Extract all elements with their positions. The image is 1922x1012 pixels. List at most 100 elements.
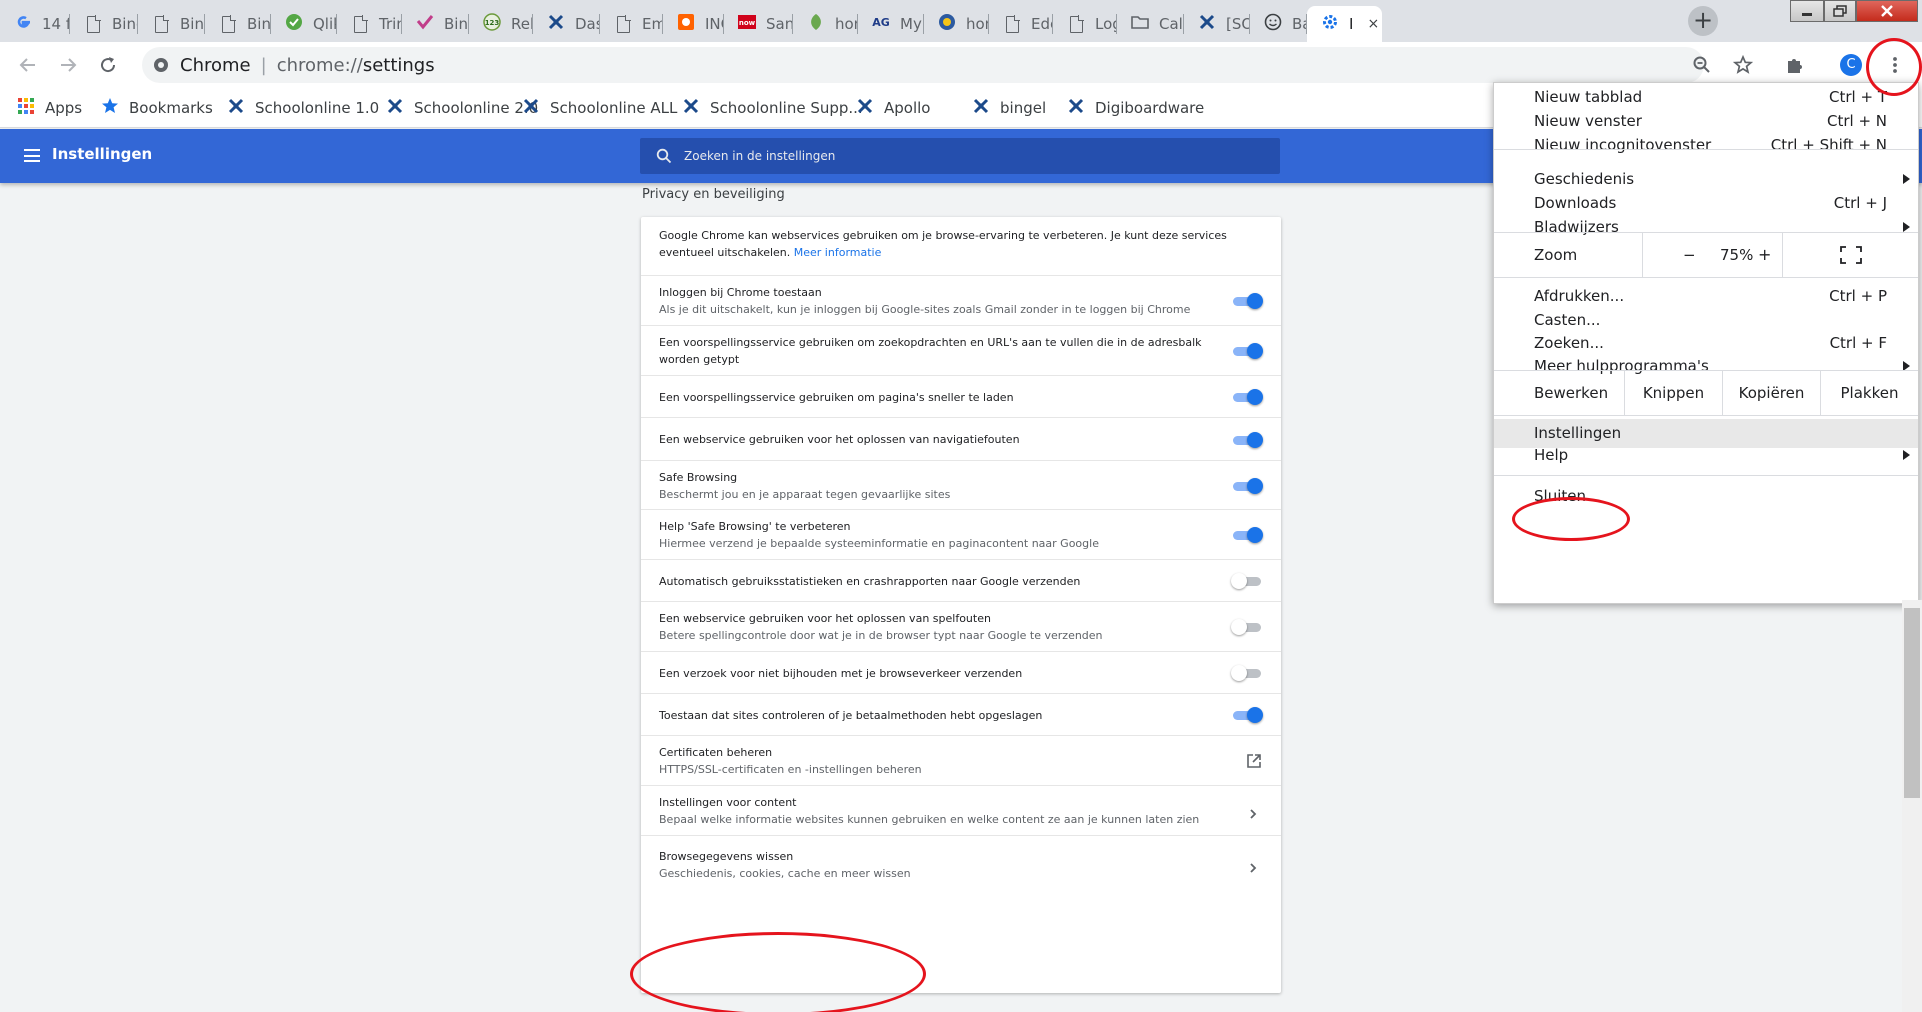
forward-button[interactable]	[52, 49, 84, 81]
tools-icon	[385, 98, 405, 118]
browser-tab[interactable]: Log	[1053, 6, 1117, 42]
copy-button[interactable]: Kopiëren	[1722, 371, 1820, 415]
browser-tab[interactable]: ING	[663, 6, 724, 42]
bookmark-label: Digiboardware	[1095, 99, 1205, 117]
menu-item-label: Afdrukken...	[1534, 287, 1625, 305]
browser-tab[interactable]: Bing	[138, 6, 205, 42]
menu-item-label: Nieuw tabblad	[1534, 88, 1643, 106]
zoom-out-button[interactable]: −	[1683, 246, 1696, 264]
bookmark-item[interactable]: Schoolonline 2.0	[385, 96, 538, 120]
toggle-switch[interactable]	[1231, 432, 1263, 448]
zoom-magnifier-icon	[1693, 56, 1710, 73]
row-text: Instellingen voor content Bepaal welke in…	[659, 794, 1204, 828]
browser-tab[interactable]: Emp	[600, 6, 663, 42]
bookmark-item[interactable]: Schoolonline Supp...	[681, 96, 863, 120]
toggle-switch[interactable]	[1231, 293, 1263, 309]
close-tab-icon[interactable]: ×	[1367, 16, 1379, 32]
close-window-button[interactable]	[1856, 0, 1918, 22]
bookmark-star-button[interactable]	[1727, 49, 1759, 81]
toggle-switch[interactable]	[1231, 707, 1263, 723]
browser-tab[interactable]: Bing	[70, 6, 138, 42]
menu-item-shortcut: Ctrl + J	[1833, 194, 1887, 212]
tools-icon	[1198, 14, 1216, 33]
hamburger-menu-icon[interactable]	[24, 149, 40, 162]
intro-text: Google Chrome kan webservices gebruiken …	[659, 229, 1227, 259]
bookmark-item[interactable]: Schoolonline 1.0	[226, 96, 379, 120]
settings-search-input[interactable]: Zoeken in de instellingen	[640, 138, 1280, 174]
bookmark-label: Schoolonline 2.0	[414, 99, 539, 117]
bookmark-item[interactable]: Digiboardware	[1066, 96, 1204, 120]
browser-tab[interactable]: 123 Reke	[469, 6, 533, 42]
bookmark-item[interactable]: Schoolonline ALL	[521, 96, 677, 120]
row-text: Een voorspellingsservice gebruiken om pa…	[659, 389, 1204, 406]
zoom-in-button[interactable]: +	[1758, 245, 1771, 264]
browser-tab[interactable]: Cale	[1117, 6, 1184, 42]
toggle-knob	[1231, 665, 1247, 681]
menu-item-help[interactable]: Help	[1494, 441, 1918, 470]
cut-button[interactable]: Knippen	[1624, 371, 1722, 415]
zoom-indicator-button[interactable]	[1686, 49, 1718, 81]
tab-strip: 14 fe Bing Bing Bing Qlik Tring Bing 123 Reke Das…	[0, 0, 1922, 42]
browser-tab[interactable]: Eder	[989, 6, 1053, 42]
fullscreen-button[interactable]	[1782, 233, 1918, 277]
zoom-label: Zoom	[1534, 246, 1578, 264]
row-text: Browsegegevens wissen Geschiedenis, cooki…	[659, 848, 1204, 882]
browser-tab[interactable]: now Sanc	[724, 6, 793, 42]
toggle-switch[interactable]	[1231, 343, 1263, 359]
browser-tab[interactable]: Bing	[402, 6, 469, 42]
bookmark-item[interactable]: Apollo	[855, 96, 930, 120]
tab-title: Qlik	[313, 15, 337, 33]
qlik-icon	[285, 14, 303, 33]
tab-title: Tring	[379, 15, 402, 33]
settings-row: Een webservice gebruiken voor het oploss…	[641, 417, 1281, 460]
browser-tab[interactable]: Bing	[205, 6, 271, 42]
browser-tab[interactable]: Qlik	[271, 6, 337, 42]
back-arrow-icon	[19, 58, 35, 72]
toggle-switch[interactable]	[1231, 619, 1263, 635]
bookmark-item[interactable]: bingel	[971, 96, 1046, 120]
tab-title: Bing	[444, 15, 469, 33]
browser-tab[interactable]: hom	[793, 6, 858, 42]
tools-icon	[226, 98, 246, 118]
extensions-button[interactable]	[1778, 49, 1810, 81]
tab-title: I	[1349, 15, 1354, 33]
browser-tab[interactable]: Tring	[337, 6, 402, 42]
toggle-knob	[1247, 707, 1263, 723]
row-title: Safe Browsing	[659, 471, 738, 484]
maximize-button[interactable]	[1824, 0, 1856, 22]
browser-tab[interactable]: Dash	[533, 6, 600, 42]
browser-tab[interactable]: [SOL	[1184, 6, 1250, 42]
toggle-switch[interactable]	[1231, 527, 1263, 543]
browser-tab[interactable]: Bals	[1250, 6, 1307, 42]
more-info-link[interactable]: Meer informatie	[794, 246, 882, 259]
ing-icon	[677, 14, 695, 33]
paste-button[interactable]: Plakken	[1820, 371, 1918, 415]
minimize-button[interactable]	[1790, 0, 1824, 22]
scrollbar-thumb[interactable]	[1904, 608, 1920, 798]
back-button[interactable]	[12, 49, 44, 81]
row-title: Toestaan dat sites controleren of je bet…	[659, 709, 1043, 722]
menu-item-shortcut: Ctrl + F	[1829, 334, 1887, 352]
ag-icon: AG	[872, 15, 890, 33]
bookmark-item[interactable]: Apps	[16, 96, 82, 120]
menu-item[interactable]: Nieuw incognitovenster Ctrl + Shift + N	[1494, 131, 1918, 160]
settings-row[interactable]: Certificaten beheren HTTPS/SSL-certificat…	[641, 735, 1281, 785]
toggle-switch[interactable]	[1231, 478, 1263, 494]
settings-row[interactable]: Instellingen voor content Bepaal welke in…	[641, 785, 1281, 835]
settings-row: Een voorspellingsservice gebruiken om pa…	[641, 375, 1281, 417]
new-tab-button[interactable]: +	[1688, 6, 1718, 36]
bookmark-item[interactable]: Bookmarks	[100, 96, 213, 120]
browser-tab[interactable]: AG My (	[858, 6, 924, 42]
address-bar[interactable]: Chrome | chrome://settings	[142, 47, 1704, 83]
toggle-switch[interactable]	[1231, 389, 1263, 405]
profile-avatar[interactable]: C	[1840, 54, 1862, 76]
toggle-switch[interactable]	[1231, 665, 1263, 681]
reload-button[interactable]	[92, 49, 124, 81]
settings-row[interactable]: Browsegegevens wissen Geschiedenis, cooki…	[641, 835, 1281, 893]
document-icon	[351, 14, 369, 33]
browser-tab[interactable]: I ×	[1307, 6, 1382, 42]
browser-tab[interactable]: hom	[924, 6, 989, 42]
search-icon	[656, 148, 672, 164]
browser-tab[interactable]: 14 fe	[0, 6, 70, 42]
toggle-switch[interactable]	[1231, 573, 1263, 589]
